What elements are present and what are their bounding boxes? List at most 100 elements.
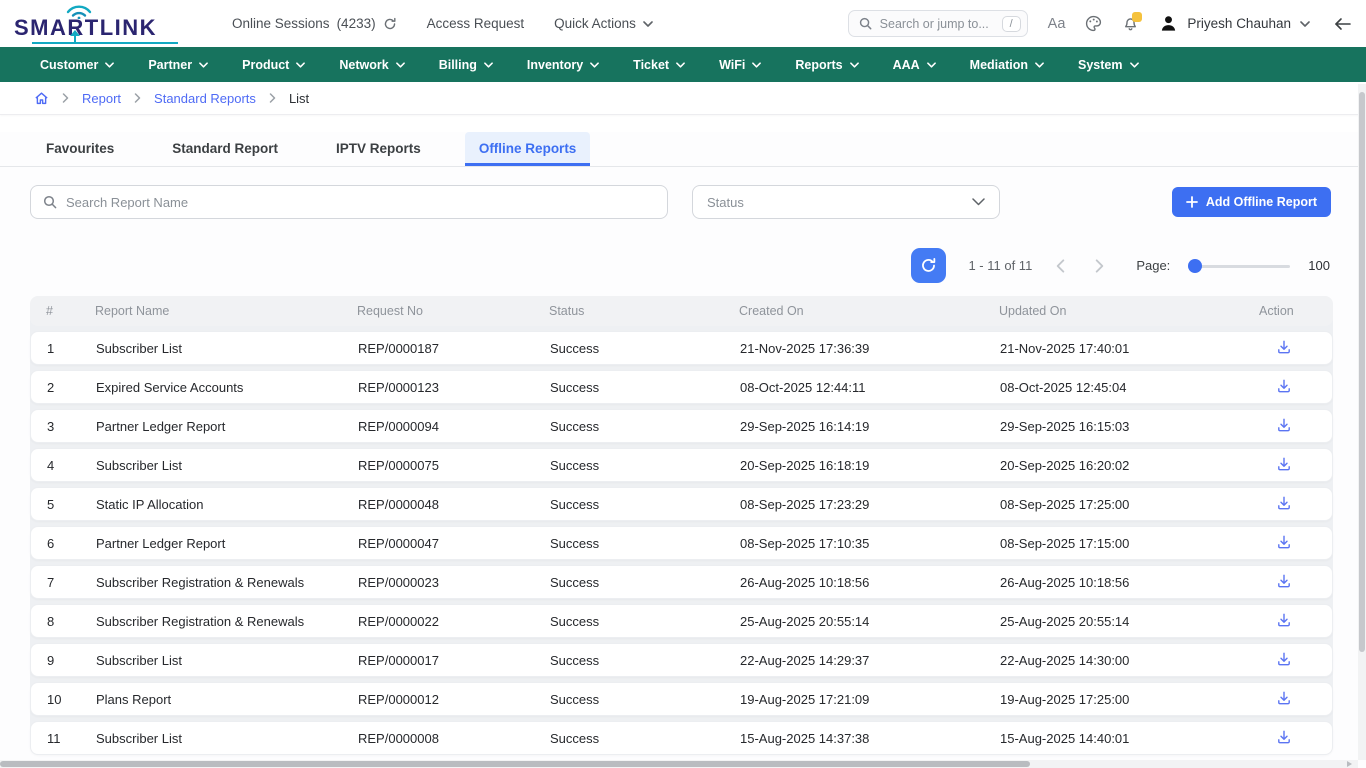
logo-antenna-stem: [74, 35, 76, 42]
smartlink-logo[interactable]: SMARTLINK: [12, 4, 184, 44]
nav-item[interactable]: WiFi: [719, 58, 761, 72]
download-icon[interactable]: [1276, 378, 1292, 394]
breadcrumb-current: List: [289, 91, 309, 106]
chevron-down-icon: [484, 62, 493, 68]
nav-item[interactable]: AAA: [893, 58, 936, 72]
cell-updated-on: 08-Sep-2025 17:15:00: [1000, 536, 1260, 551]
next-page-icon[interactable]: [1089, 259, 1110, 273]
vertical-scrollbar-thumb[interactable]: [1359, 92, 1365, 652]
download-icon[interactable]: [1276, 417, 1292, 433]
page-size-slider[interactable]: [1188, 259, 1290, 273]
cell-status: Success: [550, 458, 740, 473]
status-select[interactable]: Status: [692, 185, 1000, 219]
access-request-link[interactable]: Access Request: [427, 16, 525, 31]
user-menu[interactable]: Priyesh Chauhan: [1159, 14, 1310, 33]
cell-status: Success: [550, 614, 740, 629]
quick-actions-menu[interactable]: Quick Actions: [554, 16, 653, 31]
cell-created-on: 20-Sep-2025 16:18:19: [740, 458, 1000, 473]
logo-underline: [32, 42, 178, 44]
cell-created-on: 08-Sep-2025 17:10:35: [740, 536, 1000, 551]
table-row: 7 Subscriber Registration & Renewals REP…: [30, 565, 1333, 599]
page-size-label: Page:: [1136, 258, 1170, 273]
cell-request-no: REP/0000022: [358, 614, 550, 629]
notifications-bell-icon[interactable]: [1122, 15, 1139, 32]
breadcrumb: Report Standard Reports List: [0, 82, 1366, 115]
download-icon[interactable]: [1276, 456, 1292, 472]
cell-index: 7: [31, 575, 96, 590]
theme-palette-icon[interactable]: [1085, 15, 1102, 32]
vertical-scrollbar[interactable]: [1358, 84, 1366, 760]
add-offline-report-label: Add Offline Report: [1206, 195, 1317, 209]
chevron-down-icon: [927, 62, 936, 68]
previous-page-icon[interactable]: [1050, 259, 1071, 273]
cell-created-on: 08-Sep-2025 17:23:29: [740, 497, 1000, 512]
breadcrumb-standard-reports[interactable]: Standard Reports: [154, 91, 256, 106]
cell-report-name: Subscriber Registration & Renewals: [96, 575, 358, 590]
global-search[interactable]: /: [848, 10, 1028, 37]
nav-item[interactable]: Billing: [439, 58, 493, 72]
cell-index: 1: [31, 341, 96, 356]
download-icon[interactable]: [1276, 573, 1292, 589]
download-icon[interactable]: [1276, 651, 1292, 667]
nav-item-label: Partner: [148, 58, 192, 72]
cell-status: Success: [550, 653, 740, 668]
report-search[interactable]: [30, 185, 668, 219]
nav-item[interactable]: Reports: [795, 58, 858, 72]
nav-item-label: Mediation: [970, 58, 1028, 72]
horizontal-scrollbar[interactable]: [0, 760, 1358, 768]
cell-updated-on: 15-Aug-2025 14:40:01: [1000, 731, 1260, 746]
breadcrumb-separator-icon: [269, 93, 276, 103]
horizontal-scrollbar-thumb[interactable]: [0, 761, 1030, 767]
nav-item[interactable]: System: [1078, 58, 1138, 72]
breadcrumb-separator-icon: [62, 93, 69, 103]
nav-item-label: Customer: [40, 58, 98, 72]
download-icon[interactable]: [1276, 612, 1292, 628]
cell-updated-on: 26-Aug-2025 10:18:56: [1000, 575, 1260, 590]
report-search-input[interactable]: [66, 195, 655, 210]
nav-item[interactable]: Customer: [40, 58, 114, 72]
tab-standard-report[interactable]: Standard Report: [158, 132, 292, 166]
header-links: Online Sessions (4233) Access Request Qu…: [232, 16, 653, 31]
nav-item[interactable]: Inventory: [527, 58, 599, 72]
app-window: SMARTLINK Online Sessions (4233) Access …: [0, 0, 1366, 768]
download-icon[interactable]: [1276, 495, 1292, 511]
user-name: Priyesh Chauhan: [1187, 16, 1291, 31]
cell-created-on: 08-Oct-2025 12:44:11: [740, 380, 1000, 395]
scroll-right-arrow-icon[interactable]: [1347, 761, 1352, 767]
cell-request-no: REP/0000017: [358, 653, 550, 668]
table-header-cell: #: [30, 304, 95, 318]
global-search-input[interactable]: [880, 17, 994, 31]
download-icon[interactable]: [1276, 534, 1292, 550]
online-sessions[interactable]: Online Sessions (4233): [232, 16, 397, 31]
nav-item[interactable]: Network: [339, 58, 404, 72]
nav-item[interactable]: Product: [242, 58, 305, 72]
table-row: 5 Static IP Allocation REP/0000048 Succe…: [30, 487, 1333, 521]
tab-offline-reports[interactable]: Offline Reports: [465, 132, 591, 166]
nav-item[interactable]: Ticket: [633, 58, 685, 72]
breadcrumb-report[interactable]: Report: [82, 91, 121, 106]
chevron-down-icon: [396, 62, 405, 68]
filter-row: Status Add Offline Report: [0, 167, 1366, 219]
cell-created-on: 29-Sep-2025 16:14:19: [740, 419, 1000, 434]
download-icon[interactable]: [1276, 729, 1292, 745]
text-size-toggle[interactable]: Aa: [1048, 16, 1066, 32]
cell-action: [1260, 378, 1332, 397]
refresh-table-button[interactable]: [911, 248, 946, 283]
home-icon[interactable]: [34, 91, 49, 106]
chevron-down-icon: [105, 62, 114, 68]
download-icon[interactable]: [1276, 339, 1292, 355]
slider-thumb[interactable]: [1188, 259, 1202, 273]
nav-item[interactable]: Mediation: [970, 58, 1044, 72]
download-icon[interactable]: [1276, 690, 1292, 706]
refresh-sessions-icon[interactable]: [383, 17, 397, 31]
search-icon: [859, 17, 872, 30]
collapse-back-arrow-icon[interactable]: [1334, 17, 1352, 31]
cell-index: 2: [31, 380, 96, 395]
nav-item-label: Reports: [795, 58, 842, 72]
search-shortcut-key: /: [1002, 16, 1021, 32]
cell-status: Success: [550, 341, 740, 356]
nav-item[interactable]: Partner: [148, 58, 208, 72]
add-offline-report-button[interactable]: Add Offline Report: [1172, 187, 1331, 217]
tab-iptv-reports[interactable]: IPTV Reports: [322, 132, 435, 166]
tab-favourites[interactable]: Favourites: [32, 132, 128, 166]
